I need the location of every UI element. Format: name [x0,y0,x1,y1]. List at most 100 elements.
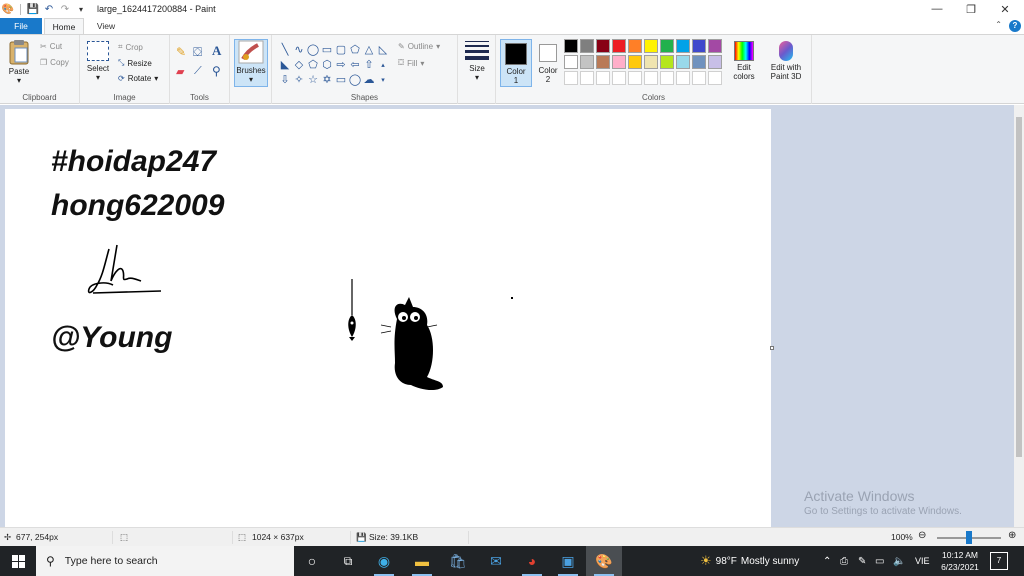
weather-widget[interactable]: ☀ 98°F Mostly sunny [700,546,799,576]
palette-color-swatch[interactable] [708,39,722,53]
paint-taskbar-icon[interactable]: 🎨 [586,546,622,576]
left-arrow-shape-icon[interactable]: ⇦ [348,58,362,73]
palette-color-swatch[interactable] [644,55,658,69]
palette-color-swatch[interactable] [628,39,642,53]
customize-toolbar-icon[interactable]: ▾ [73,1,89,17]
diamond-shape-icon[interactable]: ◇ [292,58,306,73]
custom-color-swatch[interactable] [564,71,578,85]
up-arrow-shape-icon[interactable]: ⇧ [362,58,376,73]
show-hidden-icons-icon[interactable]: ⌃ [823,546,831,576]
pencil-icon[interactable]: ✎ [176,45,186,59]
callout-cloud-shape-icon[interactable]: ☁ [362,73,376,88]
minimize-button[interactable]: — [920,0,954,18]
photos-icon[interactable]: ▣ [550,546,586,576]
select-button[interactable]: Select ▾ [84,41,112,82]
battery-icon[interactable]: ▭ [875,546,884,576]
start-button[interactable] [0,546,36,576]
custom-color-swatch[interactable] [708,71,722,85]
canvas-resize-handle[interactable] [770,346,774,350]
palette-color-swatch[interactable] [660,39,674,53]
brushes-button[interactable]: Brushes ▾ [234,39,268,87]
five-point-star-shape-icon[interactable]: ☆ [306,73,320,88]
palette-color-swatch[interactable] [692,39,706,53]
close-button[interactable]: ✕ [988,0,1022,18]
system-clock[interactable]: 10:12 AM 6/23/2021 [936,549,984,573]
zoom-in-button[interactable]: ⊕ [1008,530,1016,541]
notification-center-button[interactable]: 7 [990,552,1008,570]
color2-button[interactable]: Color 2 [534,39,562,87]
palette-color-swatch[interactable] [580,39,594,53]
magnifier-icon[interactable]: ⚲ [212,64,221,78]
tab-home[interactable]: Home [44,18,84,34]
scrollbar-thumb[interactable] [1016,117,1022,457]
maximize-button[interactable]: ❐ [954,0,988,18]
palette-color-swatch[interactable] [628,55,642,69]
cortana-icon[interactable]: ○ [294,546,330,576]
shapes-more-icon[interactable]: ▾ [376,73,390,88]
volume-icon[interactable]: 🔈 [893,546,905,576]
custom-color-swatch[interactable] [660,71,674,85]
custom-color-swatch[interactable] [628,71,642,85]
palette-color-swatch[interactable] [660,55,674,69]
text-tool-icon[interactable]: A [212,43,221,59]
palette-color-swatch[interactable] [564,39,578,53]
fill-button[interactable]: ⛋ Fill ▾ [398,58,424,68]
undo-icon[interactable]: ↶ [41,1,57,17]
down-arrow-shape-icon[interactable]: ⇩ [278,73,292,88]
custom-color-swatch[interactable] [596,71,610,85]
palette-color-swatch[interactable] [676,55,690,69]
size-button[interactable]: Size ▾ [462,41,492,82]
six-point-star-shape-icon[interactable]: ✡ [320,73,334,88]
custom-color-swatch[interactable] [644,71,658,85]
pen-icon[interactable]: ✎ [858,546,866,576]
palette-color-swatch[interactable] [644,39,658,53]
zoom-slider-thumb[interactable] [966,531,972,544]
fill-bucket-icon[interactable]: ⛋ [193,45,202,60]
rounded-rect-shape-icon[interactable]: ▢ [334,43,348,58]
edge-browser-icon[interactable]: ◉ [366,546,402,576]
palette-color-swatch[interactable] [708,55,722,69]
tab-file[interactable]: File [0,18,42,34]
redo-icon[interactable]: ↷ [57,1,73,17]
rotate-button[interactable]: ⟳ Rotate ▾ [118,74,158,83]
pentagon-shape-icon[interactable]: ⬠ [306,58,320,73]
paste-button[interactable]: Paste ▾ [4,39,34,85]
eraser-icon[interactable]: ▰ [176,65,184,78]
palette-color-swatch[interactable] [676,39,690,53]
color1-button[interactable]: Color 1 [500,39,532,87]
line-shape-icon[interactable]: ╲ [278,43,292,58]
right-triangle-shape-icon[interactable]: ◣ [278,58,292,73]
chrome-icon[interactable]: ◕ [514,546,550,576]
four-point-star-shape-icon[interactable]: ✧ [292,73,306,88]
scroll-up-icon[interactable]: ▴ [376,58,390,73]
palette-color-swatch[interactable] [596,39,610,53]
custom-color-swatch[interactable] [692,71,706,85]
color-picker-icon[interactable]: ⟋ [194,65,202,78]
right-triangle-shape-icon[interactable]: ◺ [376,43,390,58]
cut-button[interactable]: ✂ Cut [40,42,62,51]
file-explorer-icon[interactable]: ▬ [404,546,440,576]
tab-view[interactable]: View [86,18,126,34]
palette-color-swatch[interactable] [564,55,578,69]
resize-button[interactable]: ⤡ Resize [118,58,152,68]
outline-button[interactable]: ✎ Outline ▾ [398,42,440,51]
palette-color-swatch[interactable] [692,55,706,69]
paint-app-icon[interactable]: 🎨 [0,1,16,17]
taskbar-search-box[interactable]: ⚲ Type here to search [36,546,294,576]
palette-color-swatch[interactable] [580,55,594,69]
rectangle-shape-icon[interactable]: ▭ [320,43,334,58]
collapse-ribbon-icon[interactable]: ⌃ [995,20,1002,29]
palette-color-swatch[interactable] [612,39,626,53]
zoom-out-button[interactable]: ⊖ [918,530,926,541]
oval-shape-icon[interactable]: ◯ [306,43,320,58]
custom-color-swatch[interactable] [676,71,690,85]
vertical-scrollbar[interactable] [1014,105,1024,527]
triangle-shape-icon[interactable]: △ [362,43,376,58]
palette-color-swatch[interactable] [596,55,610,69]
palette-color-swatch[interactable] [612,55,626,69]
edit-with-paint3d-button[interactable]: Edit with Paint 3D [764,41,808,81]
edit-colors-button[interactable]: Edit colors [728,41,760,81]
task-view-icon[interactable]: ⧉ [330,546,366,576]
drawing-canvas[interactable]: #hoidap247 hong622009 @Young [5,109,771,527]
curve-shape-icon[interactable]: ∿ [292,43,306,58]
